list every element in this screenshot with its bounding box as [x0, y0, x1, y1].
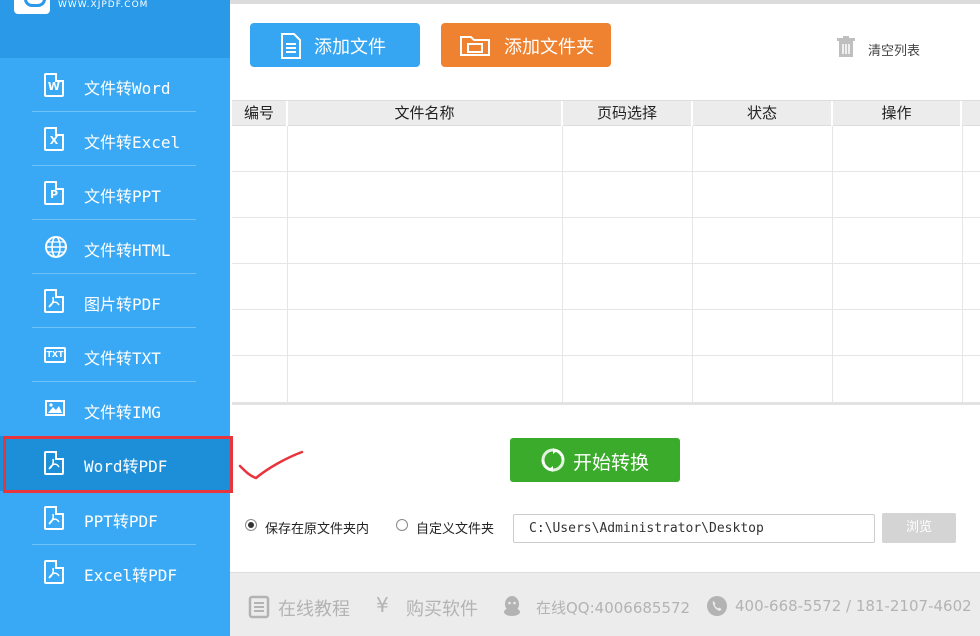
table-header: 编号 文件名称 页码选择 状态 操作	[232, 101, 980, 126]
online-tutorial-label: 在线教程	[278, 599, 350, 620]
sidebar-item-label: 文件转HTML	[84, 241, 171, 260]
image-icon	[44, 397, 66, 421]
browse-button[interactable]: 浏览	[882, 513, 956, 543]
sidebar-item-label: 文件转IMG	[84, 403, 161, 422]
custom-folder-radio[interactable]	[396, 519, 408, 531]
add-folder-label: 添加文件夹	[504, 37, 594, 58]
document-icon	[281, 33, 301, 59]
pdf-doc-icon	[44, 506, 66, 530]
add-folder-button[interactable]: 添加文件夹	[441, 23, 611, 67]
yen-icon: ¥	[376, 593, 389, 617]
column-header-number[interactable]: 编号	[232, 101, 288, 126]
online-qq-label: 在线QQ:4006685572	[536, 599, 691, 617]
online-tutorial-link[interactable]: 在线教程	[248, 595, 358, 620]
sidebar-item-excel-to-pdf[interactable]: Excel转PDF	[0, 545, 230, 599]
output-path-input[interactable]	[513, 514, 875, 543]
refresh-icon	[541, 448, 565, 472]
globe-icon	[44, 235, 67, 259]
table-divider	[232, 402, 980, 405]
qq-penguin-icon	[504, 596, 520, 616]
annotation-check-mark	[238, 450, 304, 480]
sidebar-item-label: 图片转PDF	[84, 295, 161, 314]
annotation-highlight-box	[3, 436, 233, 493]
sidebar-item-file-to-ppt[interactable]: P 文件转PPT	[0, 166, 230, 220]
footer: 在线教程 ¥ 购买软件 在线QQ:4006685572 400-668-5572…	[230, 572, 980, 636]
excel-doc-icon: X	[44, 127, 66, 151]
save-original-folder-label[interactable]: 保存在原文件夹内	[265, 518, 369, 537]
column-header-status[interactable]: 状态	[693, 101, 833, 126]
phone-icon	[707, 596, 727, 616]
phone-label: 400-668-5572 / 181-2107-4602	[735, 597, 972, 615]
column-header-filename[interactable]: 文件名称	[288, 101, 563, 126]
file-table: 编号 文件名称 页码选择 状态 操作	[232, 100, 980, 403]
sidebar-item-label: PPT转PDF	[84, 512, 158, 531]
sidebar: WWW.XJPDF.COM W 文件转Word X 文件转Excel P 文件转…	[0, 0, 230, 636]
sidebar-item-label: 文件转PPT	[84, 187, 161, 206]
sidebar-item-image-to-pdf[interactable]: 图片转PDF	[0, 274, 230, 328]
start-conversion-label: 开始转换	[573, 452, 650, 474]
sidebar-item-file-to-excel[interactable]: X 文件转Excel	[0, 112, 230, 166]
trash-icon	[837, 36, 855, 57]
add-file-button[interactable]: 添加文件	[250, 23, 420, 67]
sidebar-item-file-to-txt[interactable]: TXT 文件转TXT	[0, 328, 230, 382]
logo-url: WWW.XJPDF.COM	[58, 0, 149, 10]
add-file-label: 添加文件	[314, 37, 386, 58]
online-qq-link[interactable]: 在线QQ:4006685572	[502, 595, 692, 619]
column-header-action[interactable]: 操作	[833, 101, 962, 126]
sidebar-item-label: 文件转Word	[84, 79, 171, 98]
sidebar-item-ppt-to-pdf[interactable]: PPT转PDF	[0, 491, 230, 545]
save-original-folder-radio[interactable]	[245, 519, 257, 531]
folder-icon	[460, 36, 490, 56]
word-doc-icon: W	[44, 73, 66, 97]
document-icon	[248, 595, 270, 619]
custom-folder-label[interactable]: 自定义文件夹	[416, 518, 494, 537]
txt-icon: TXT	[44, 343, 66, 367]
clear-list-button[interactable]: 清空列表	[836, 36, 920, 62]
ppt-doc-icon: P	[44, 181, 66, 205]
sidebar-item-label: 文件转TXT	[84, 349, 161, 368]
sidebar-item-file-to-word[interactable]: W 文件转Word	[0, 58, 230, 112]
top-strip	[230, 0, 980, 4]
sidebar-item-label: Excel转PDF	[84, 566, 178, 585]
sidebar-item-file-to-img[interactable]: 文件转IMG	[0, 382, 230, 436]
start-conversion-button[interactable]: 开始转换	[510, 438, 680, 482]
logo-area: WWW.XJPDF.COM	[0, 0, 230, 58]
logo-icon	[14, 0, 50, 14]
phone-link[interactable]: 400-668-5572 / 181-2107-4602	[706, 595, 976, 619]
buy-software-link[interactable]: ¥ 购买软件	[376, 593, 486, 620]
pdf-doc-icon	[44, 560, 66, 584]
sidebar-item-label: 文件转Excel	[84, 133, 181, 152]
clear-list-label: 清空列表	[868, 44, 921, 59]
pdf-doc-icon	[44, 289, 66, 313]
buy-software-label: 购买软件	[406, 599, 478, 620]
sidebar-item-file-to-html[interactable]: 文件转HTML	[0, 220, 230, 274]
column-header-page-select[interactable]: 页码选择	[563, 101, 693, 126]
